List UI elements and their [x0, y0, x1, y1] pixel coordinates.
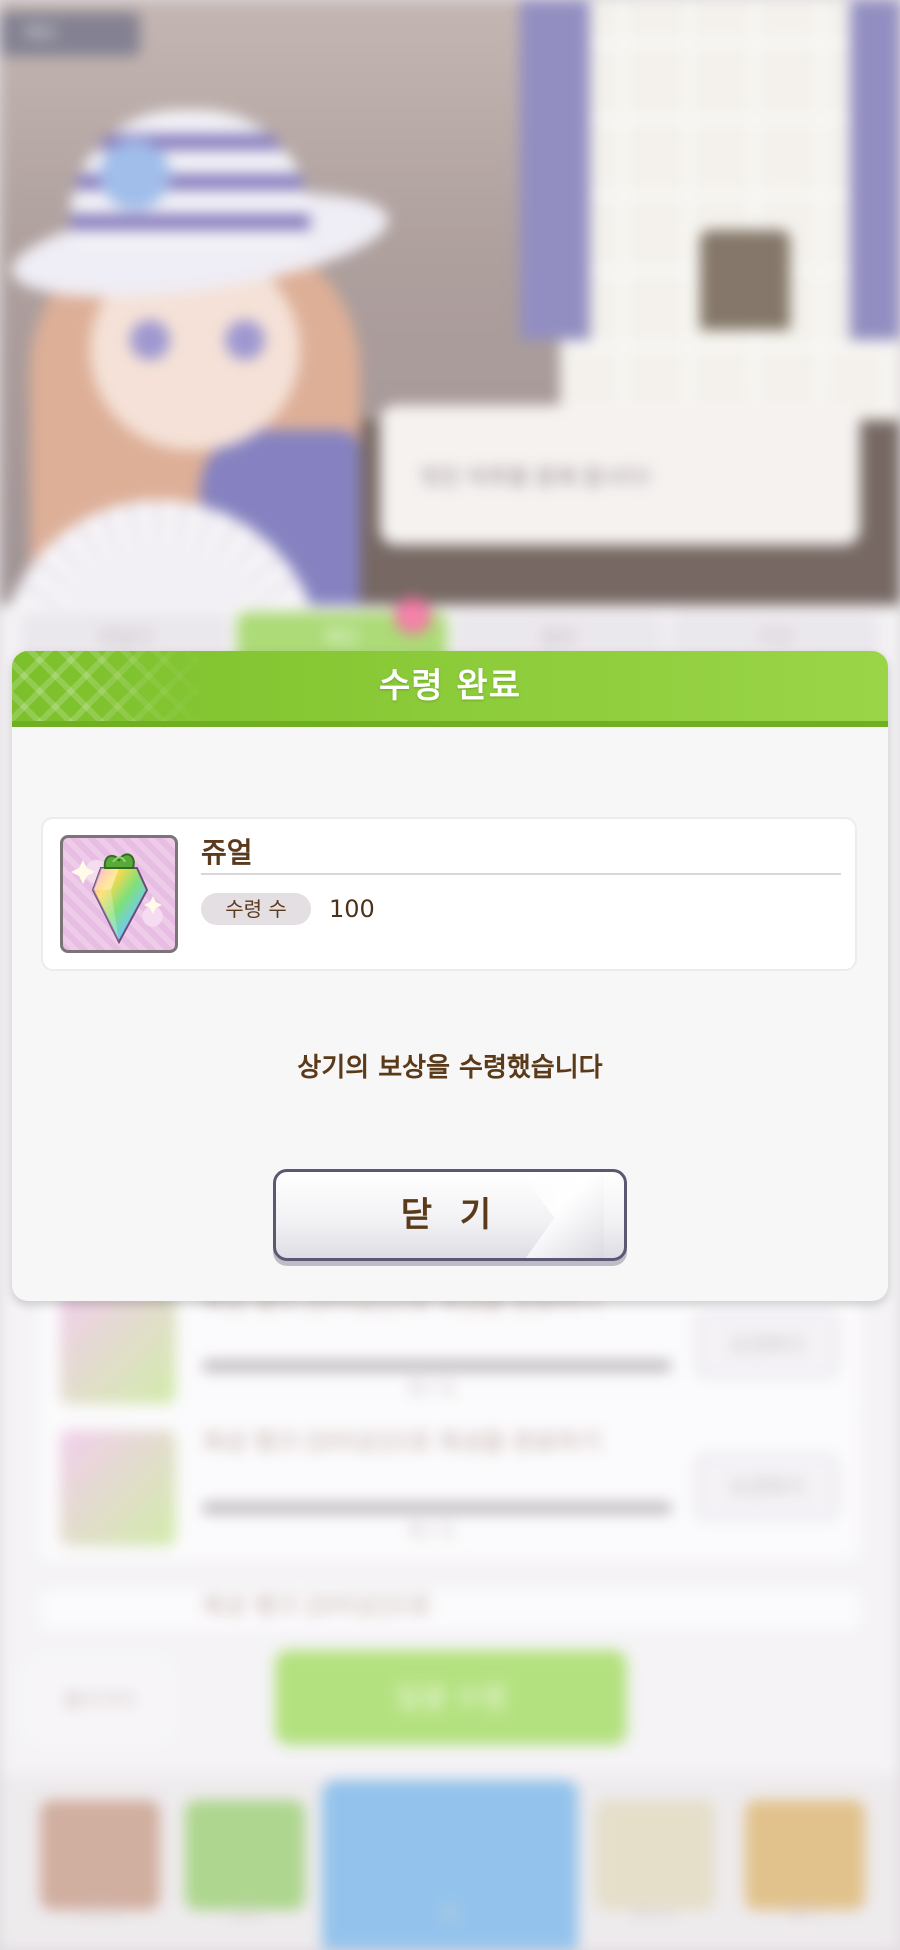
quantity-value: 100 [329, 895, 375, 923]
reward-item-card: 쥬얼 수령 수 100 [41, 817, 857, 971]
dialog-title: 수령 완료 [379, 666, 521, 706]
reward-received-dialog: 수령 완료 쥬얼 수령 수 100 상기의 보상을 수령했습니다 닫 기 [12, 651, 888, 1301]
dialog-header: 수령 완료 [12, 651, 888, 727]
reward-item-name: 쥬얼 [201, 836, 253, 869]
reward-received-message: 상기의 보상을 수령했습니다 [297, 1053, 603, 1083]
close-button-label: 닫 기 [400, 1195, 500, 1235]
item-divider [201, 873, 841, 875]
quantity-label-badge: 수령 수 [201, 893, 311, 925]
jewel-icon [60, 835, 178, 953]
close-button[interactable]: 닫 기 [273, 1169, 627, 1261]
